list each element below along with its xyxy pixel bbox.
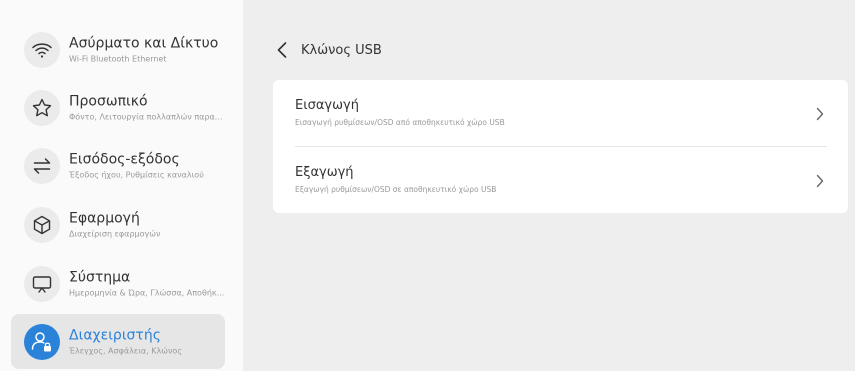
cube-icon (24, 206, 60, 243)
option-subtitle: Εξαγωγή ρυθμίσεων/OSD σε αποθηκευτικό χώ… (295, 185, 497, 194)
sidebar-item-personal[interactable]: Προσωπικό Φόντο, Λειτουργία πολλαπλών πα… (11, 80, 225, 135)
sidebar-item-title: Εισόδος-εξόδος (69, 151, 180, 167)
page-header: Κλώνος USB (277, 38, 382, 62)
sidebar-item-application[interactable]: Εφαρμογή Διαχείριση εφαρμογών (11, 197, 225, 252)
options-card: Εισαγωγή Εισαγωγή ρυθμίσεων/OSD από αποθ… (273, 80, 848, 213)
option-title: Εισαγωγή (295, 98, 359, 113)
sidebar-item-administrator[interactable]: Διαχειριστής Έλεγχος, Ασφάλεια, Κλώνος (11, 314, 225, 369)
sidebar-item-subtitle: Έξοδος ήχου, Ρυθμίσεις καναλιού (69, 170, 204, 179)
sidebar-item-title: Διαχειριστής (69, 327, 161, 343)
back-chevron-icon[interactable] (277, 40, 293, 60)
sidebar-item-title: Ασύρματο και Δίκτυο (69, 35, 219, 51)
sidebar-item-system[interactable]: Σύστημα Ημερομηνία & Ώρα, Γλώσσα, Αποθήκ… (11, 256, 225, 311)
option-subtitle: Εισαγωγή ρυθμίσεων/OSD από αποθηκευτικό … (295, 118, 505, 127)
main-panel: Κλώνος USB Εισαγωγή Εισαγωγή ρυθμίσεων/O… (243, 0, 855, 371)
sidebar-item-subtitle: Wi-Fi Bluetooth Ethernet (69, 54, 167, 63)
sidebar-item-wireless-network[interactable]: Ασύρματο και Δίκτυο Wi-Fi Bluetooth Ethe… (11, 22, 225, 77)
import-option-row[interactable]: Εισαγωγή Εισαγωγή ρυθμίσεων/OSD από αποθ… (273, 80, 848, 146)
sidebar-item-title: Προσωπικό (69, 93, 148, 109)
sidebar-item-subtitle: Φόντο, Λειτουργία πολλαπλών παρα... (69, 112, 223, 121)
sidebar-item-subtitle: Ημερομηνία & Ώρα, Γλώσσα, Αποθήκ... (69, 288, 224, 297)
star-icon (24, 89, 60, 126)
sidebar-item-title: Σύστημα (69, 269, 131, 285)
page-title: Κλώνος USB (301, 42, 382, 58)
export-option-row[interactable]: Εξαγωγή Εξαγωγή ρυθμίσεων/OSD σε αποθηκε… (273, 147, 848, 213)
wifi-icon (24, 31, 60, 68)
option-title: Εξαγωγή (295, 165, 354, 180)
admin-user-lock-icon (24, 323, 60, 360)
sidebar-item-subtitle: Έλεγχος, Ασφάλεια, Κλώνος (69, 346, 183, 355)
sidebar-item-input-output[interactable]: Εισόδος-εξόδος Έξοδος ήχου, Ρυθμίσεις κα… (11, 138, 225, 193)
sidebar-item-title: Εφαρμογή (69, 210, 140, 226)
sidebar-item-subtitle: Διαχείριση εφαρμογών (69, 229, 161, 238)
monitor-icon (24, 265, 60, 302)
chevron-right-icon (816, 173, 824, 188)
arrows-swap-icon (24, 147, 60, 184)
sidebar: Ασύρματο και Δίκτυο Wi-Fi Bluetooth Ethe… (0, 0, 243, 371)
chevron-right-icon (816, 106, 824, 121)
